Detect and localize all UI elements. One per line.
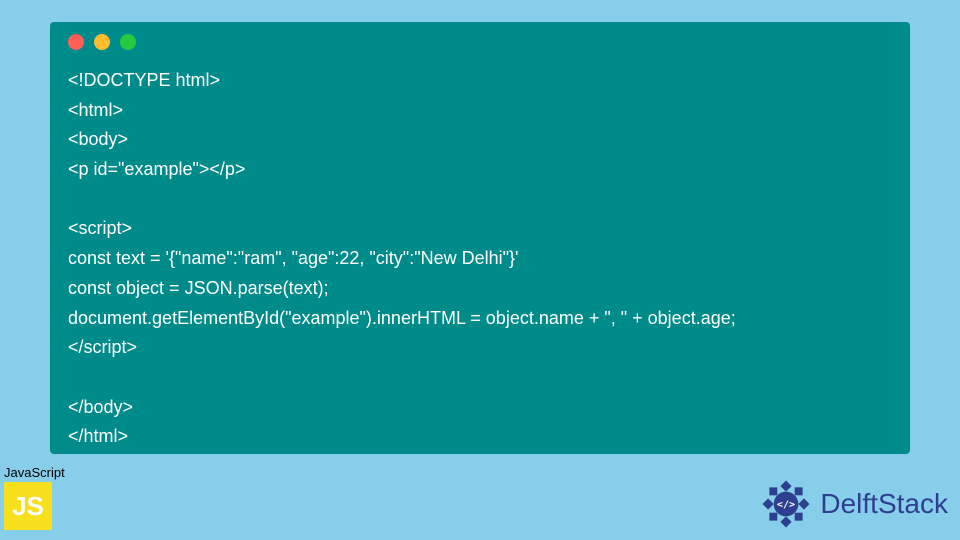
javascript-icon: JS [4, 482, 52, 530]
svg-text:</>: </> [777, 499, 795, 510]
language-badge: JavaScript JS [4, 465, 65, 530]
language-label: JavaScript [4, 465, 65, 480]
js-icon-text: JS [12, 491, 44, 522]
window-controls [68, 34, 892, 50]
code-window: <!DOCTYPE html> <html> <body> <p id="exa… [50, 22, 910, 454]
delftstack-icon: </> [758, 476, 814, 532]
brand-logo: </> DelftStack [758, 476, 948, 532]
brand-name: DelftStack [820, 488, 948, 520]
window-minimize-dot[interactable] [94, 34, 110, 50]
window-close-dot[interactable] [68, 34, 84, 50]
window-maximize-dot[interactable] [120, 34, 136, 50]
code-content: <!DOCTYPE html> <html> <body> <p id="exa… [68, 66, 892, 452]
